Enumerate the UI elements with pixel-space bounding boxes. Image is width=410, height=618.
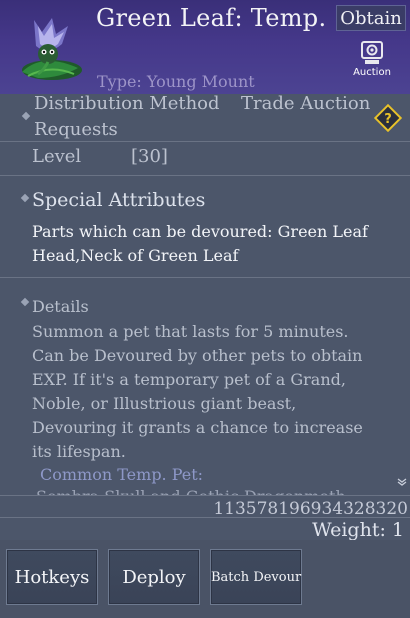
requests-label: Requests — [34, 119, 118, 140]
hotkeys-button[interactable]: Hotkeys — [6, 549, 98, 605]
special-line: Parts which can be devoured: Green Leaf — [32, 222, 368, 241]
special-attributes-title: Special Attributes — [32, 189, 206, 211]
item-type: Type: Young Mount — [97, 72, 255, 91]
special-attributes-text: Parts which can be devoured: Green Leaf … — [32, 220, 392, 268]
bullet-diamond-icon — [21, 111, 31, 121]
cutoff-text: Sombra Skull and Gothic Dragonmoth... — [36, 487, 366, 495]
details-description: Summon a pet that lasts for 5 minutes. C… — [32, 320, 372, 464]
divider — [0, 141, 410, 142]
divider — [0, 277, 410, 278]
details-line: Devouring it grants a chance to increase — [32, 418, 363, 437]
help-diamond-icon[interactable]: ? — [374, 104, 402, 132]
details-line: EXP. If it's a temporary pet of a Grand, — [32, 370, 346, 389]
item-title: Green Leaf: Temp. — [96, 4, 327, 32]
obtain-button[interactable]: Obtain — [336, 5, 406, 31]
bullet-diamond-icon — [20, 297, 30, 307]
batch-devour-button[interactable]: Batch Devour — [210, 549, 302, 605]
details-title: Details — [32, 297, 89, 316]
item-weight: Weight: 1 — [312, 519, 404, 541]
item-number: 113578196934328320 — [213, 499, 408, 519]
auction-icon — [361, 41, 383, 64]
details-line: Noble, or Illustrious giant beast, — [32, 394, 297, 413]
distribution-value: Trade Auction — [241, 93, 371, 114]
svg-text:?: ? — [384, 112, 392, 127]
auction-button[interactable]: Auction — [348, 40, 396, 84]
details-line: Summon a pet that lasts for 5 minutes. — [32, 322, 349, 341]
common-temp-pet-label: Common Temp. Pet: — [40, 465, 204, 484]
pet-portrait-icon — [22, 18, 82, 80]
special-line: Head,Neck of Green Leaf — [32, 246, 239, 265]
deploy-button[interactable]: Deploy — [108, 549, 200, 605]
scroll-down-icon[interactable] — [397, 477, 407, 487]
bullet-diamond-icon — [20, 193, 30, 203]
divider — [0, 495, 410, 496]
distribution-label: Distribution Method — [34, 93, 220, 114]
divider — [0, 517, 410, 518]
auction-label: Auction — [353, 67, 391, 78]
level-label: Level — [32, 146, 82, 167]
level-value: [30] — [131, 146, 168, 167]
details-line: its lifespan. — [32, 442, 126, 461]
divider — [0, 175, 410, 176]
details-line: Can be Devoured by other pets to obtain — [32, 346, 363, 365]
